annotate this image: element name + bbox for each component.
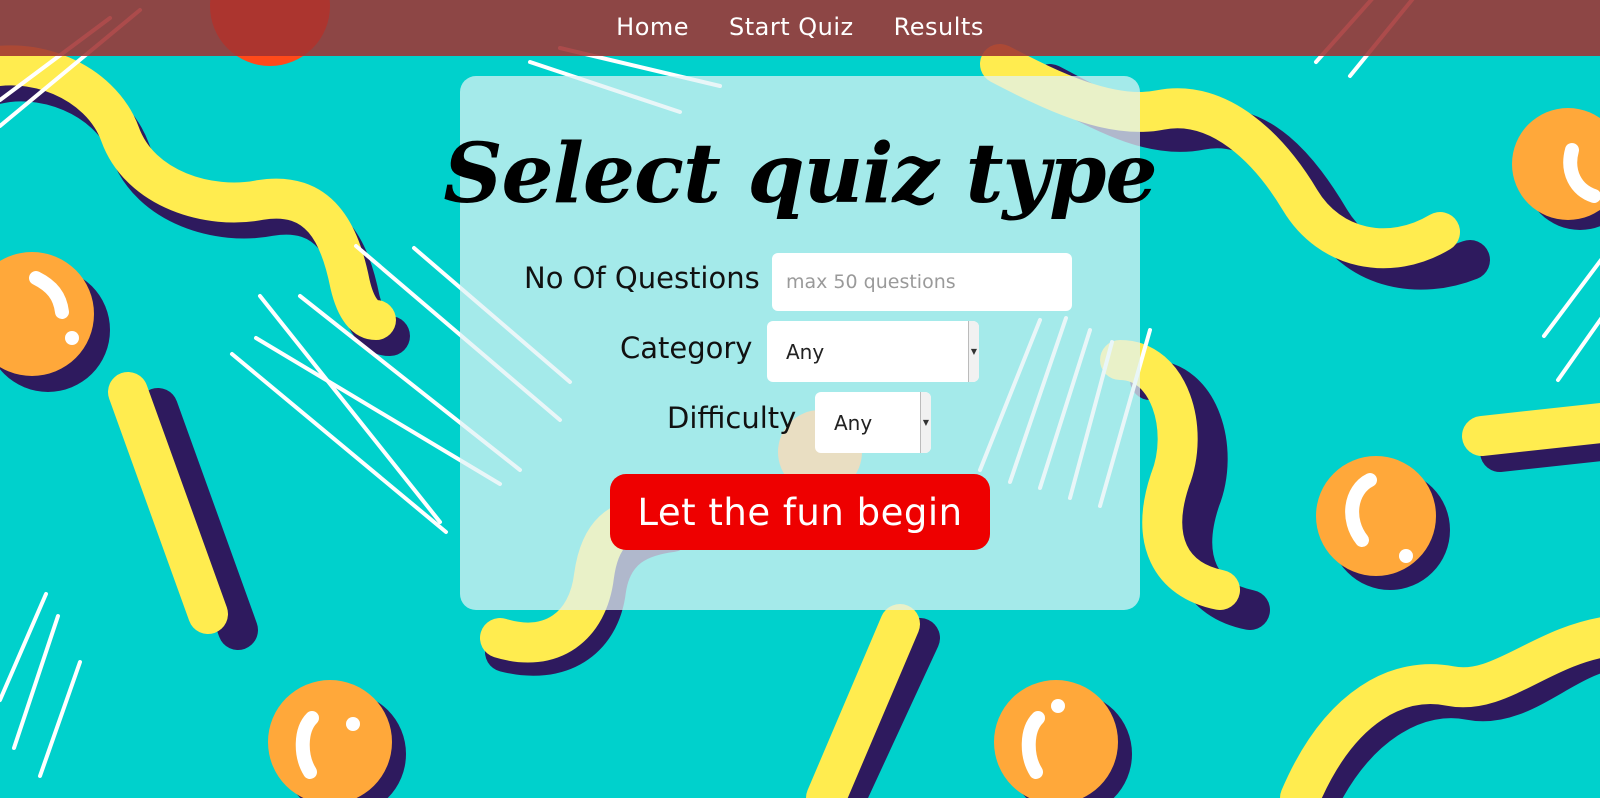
caret-down-icon: ▼ [968,321,979,382]
caret-down-icon: ▼ [920,392,931,453]
page-title: Select quiz type [443,126,1157,222]
top-navbar: Home Start Quiz Results [0,0,1600,56]
start-quiz-button[interactable]: Let the fun begin [610,474,990,550]
difficulty-selected-value: Any [834,410,873,435]
questions-count-input[interactable] [772,253,1072,311]
category-selected-value: Any [786,339,825,364]
nav-results-link[interactable]: Results [894,13,984,41]
difficulty-select[interactable]: Any ▼ [815,392,931,453]
questions-label: No Of Questions [524,261,760,295]
category-label: Category [620,331,753,365]
nav-home-link[interactable]: Home [616,13,689,41]
difficulty-label: Difficulty [667,401,797,435]
category-select[interactable]: Any ▼ [767,321,979,382]
nav-start-quiz-link[interactable]: Start Quiz [729,13,854,41]
